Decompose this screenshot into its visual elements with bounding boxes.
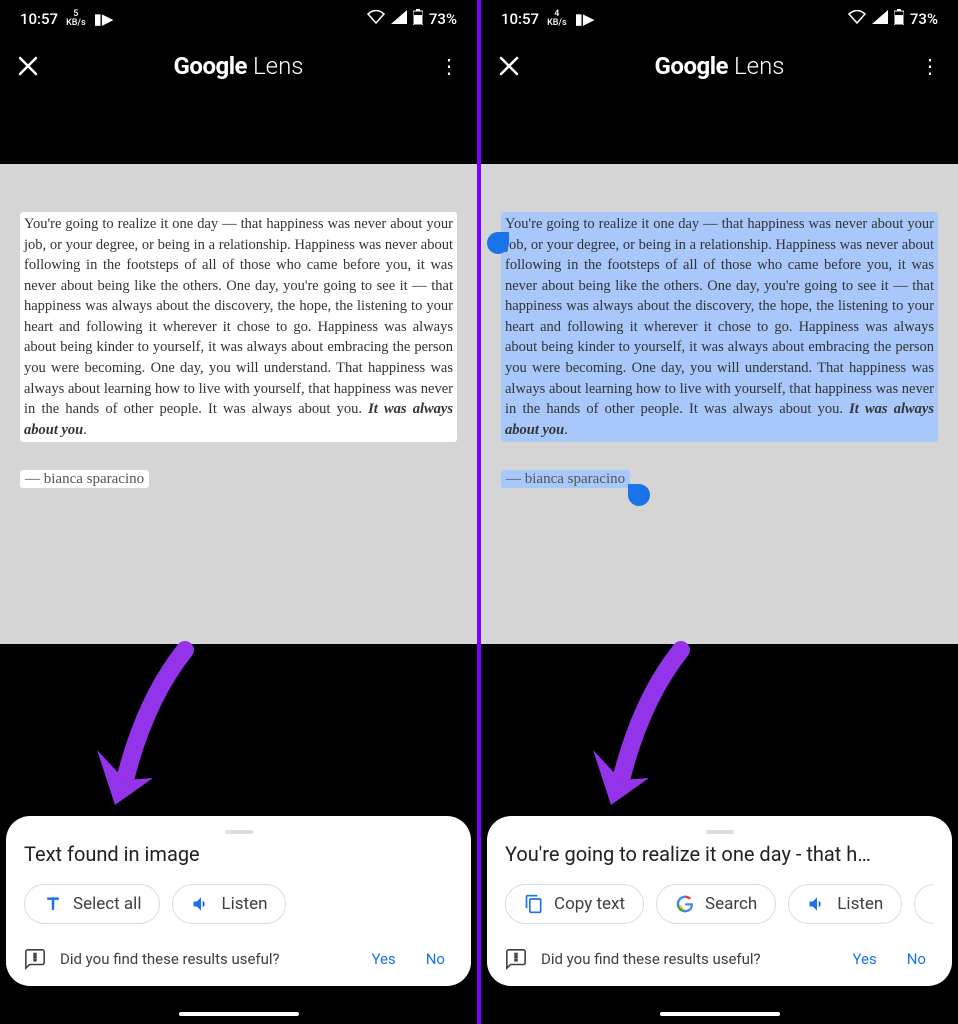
- scanned-image[interactable]: You're going to realize it one day — tha…: [0, 164, 477, 644]
- app-title: GoogleLens: [174, 52, 304, 80]
- feedback-icon: [24, 948, 46, 970]
- copy-text-button[interactable]: Copy text: [505, 884, 644, 924]
- selection-handle-end[interactable]: [628, 484, 650, 506]
- close-icon[interactable]: [16, 54, 40, 78]
- sheet-title: Text found in image: [24, 842, 453, 866]
- signal-icon: [872, 10, 888, 28]
- status-icon: ▮▶: [94, 10, 114, 28]
- status-time: 10:57: [20, 10, 58, 28]
- home-indicator[interactable]: [660, 1012, 780, 1016]
- screenshot-left: 10:57 5KB/s ▮▶ 73% GoogleLens ⋮ You're g…: [0, 0, 477, 1024]
- wifi-icon: [848, 10, 866, 28]
- search-button[interactable]: Search: [656, 884, 776, 924]
- battery-percent: 73%: [429, 10, 457, 28]
- overflow-icon[interactable]: ⋮: [918, 62, 942, 70]
- chip-label: Copy text: [554, 894, 625, 914]
- app-title: GoogleLens: [655, 52, 785, 80]
- sheet-title: You're going to realize it one day - tha…: [505, 842, 934, 866]
- app-bar: GoogleLens ⋮: [0, 38, 477, 94]
- chip-label: Search: [705, 894, 757, 914]
- chip-label: Select all: [73, 894, 141, 914]
- listen-button[interactable]: Listen: [172, 884, 286, 924]
- feedback-icon: [505, 948, 527, 970]
- detected-text[interactable]: You're going to realize it one day — tha…: [20, 212, 457, 442]
- select-all-button[interactable]: Select all: [24, 884, 160, 924]
- drag-handle[interactable]: [706, 830, 734, 834]
- feedback-prompt: Did you find these results useful?: [541, 950, 761, 968]
- detected-text-selected[interactable]: You're going to realize it one day — tha…: [501, 212, 938, 442]
- bottom-sheet[interactable]: Text found in image Select all Listen Di…: [6, 816, 471, 986]
- close-icon[interactable]: [497, 54, 521, 78]
- feedback-yes[interactable]: Yes: [845, 946, 885, 972]
- wifi-icon: [367, 10, 385, 28]
- home-indicator[interactable]: [179, 1012, 299, 1016]
- feedback-yes[interactable]: Yes: [364, 946, 404, 972]
- bottom-sheet[interactable]: You're going to realize it one day - tha…: [487, 816, 952, 986]
- translate-button[interactable]: 文 Tr: [914, 884, 934, 924]
- battery-icon: [413, 9, 423, 29]
- chip-label: Listen: [837, 894, 883, 914]
- selection-handle-start[interactable]: [487, 232, 509, 254]
- scanned-image[interactable]: You're going to realize it one day — tha…: [481, 164, 958, 644]
- chip-label: Listen: [221, 894, 267, 914]
- signal-icon: [391, 10, 407, 28]
- detected-author[interactable]: — bianca sparacino: [20, 470, 149, 488]
- feedback-no[interactable]: No: [418, 946, 453, 972]
- overflow-icon[interactable]: ⋮: [437, 62, 461, 70]
- battery-icon: [894, 9, 904, 29]
- screenshot-right: 10:57 4KB/s ▮▶ 73% GoogleLens ⋮ You're g…: [481, 0, 958, 1024]
- feedback-no[interactable]: No: [899, 946, 934, 972]
- drag-handle[interactable]: [225, 830, 253, 834]
- status-icon: ▮▶: [575, 10, 595, 28]
- battery-percent: 73%: [910, 10, 938, 28]
- status-time: 10:57: [501, 10, 539, 28]
- status-bar: 10:57 4KB/s ▮▶ 73%: [481, 0, 958, 38]
- status-bar: 10:57 5KB/s ▮▶ 73%: [0, 0, 477, 38]
- app-bar: GoogleLens ⋮: [481, 38, 958, 94]
- feedback-prompt: Did you find these results useful?: [60, 950, 280, 968]
- listen-button[interactable]: Listen: [788, 884, 902, 924]
- detected-author-selected[interactable]: — bianca sparacino: [501, 470, 630, 488]
